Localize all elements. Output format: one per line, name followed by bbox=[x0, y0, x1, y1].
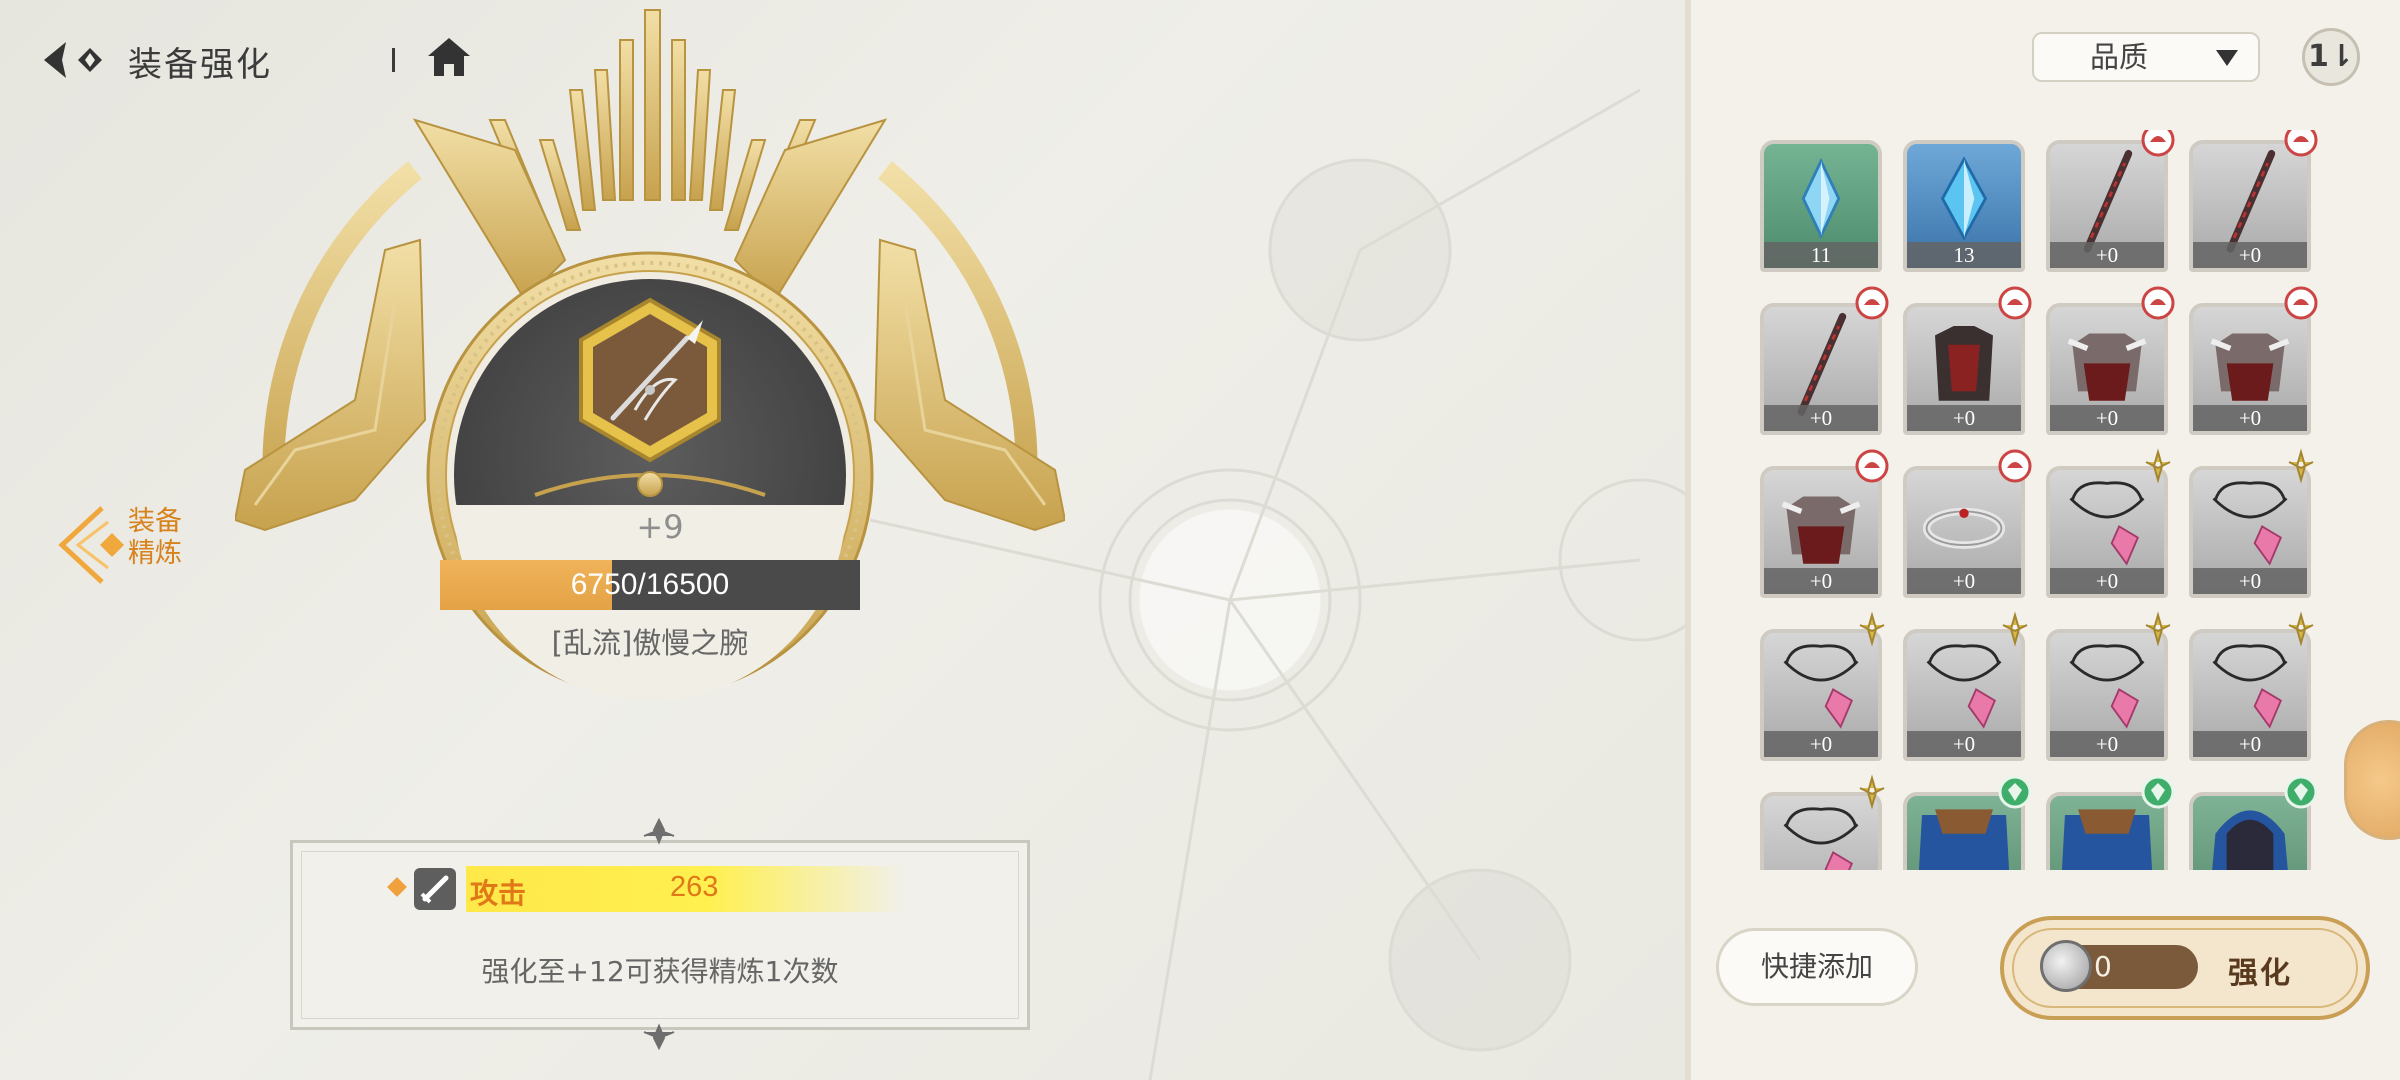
inventory-slot[interactable]: 13 bbox=[1903, 140, 2025, 272]
slot-count: +0 bbox=[2193, 731, 2307, 757]
inventory-slot[interactable]: 11 bbox=[1760, 140, 1882, 272]
equipment-level: +9 bbox=[636, 508, 684, 546]
inventory-slot[interactable]: +0 bbox=[2046, 303, 2168, 435]
back-arrow-icon[interactable] bbox=[38, 36, 108, 84]
sword-icon bbox=[414, 868, 456, 910]
stat-value: 263 bbox=[670, 871, 719, 903]
slot-count: +0 bbox=[2193, 242, 2307, 268]
green-quality-badge-icon bbox=[1998, 775, 2032, 809]
red-quality-badge-icon bbox=[1855, 449, 1889, 483]
gold-quality-badge-icon bbox=[2288, 448, 2314, 484]
red-quality-badge-icon bbox=[2141, 130, 2175, 157]
slot-count: +0 bbox=[1764, 731, 1878, 757]
slot-count: +0 bbox=[1907, 568, 2021, 594]
green-quality-badge-icon bbox=[2284, 775, 2318, 809]
sort-order-icon: 1⇂ bbox=[2307, 39, 2354, 74]
equipment-name: [乱流]傲慢之腕 bbox=[551, 626, 749, 660]
slot-count: +0 bbox=[1764, 405, 1878, 431]
red-quality-badge-icon bbox=[1998, 286, 2032, 320]
inventory-slot[interactable]: +0 bbox=[2046, 466, 2168, 598]
red-quality-badge-icon bbox=[1998, 449, 2032, 483]
inventory-slot[interactable]: +0 bbox=[2046, 629, 2168, 761]
sort-dropdown[interactable]: 品质 bbox=[2032, 32, 2260, 82]
inventory-slot[interactable]: +0 bbox=[2189, 303, 2311, 435]
slot-count: +0 bbox=[1907, 731, 2021, 757]
red-quality-badge-icon bbox=[1855, 286, 1889, 320]
silver-coin-icon bbox=[2040, 940, 2092, 992]
slot-count: +0 bbox=[2050, 242, 2164, 268]
inventory-slot[interactable]: +0 bbox=[1760, 629, 1882, 761]
gold-quality-badge-icon bbox=[2288, 611, 2314, 647]
gold-quality-badge-icon bbox=[2002, 611, 2028, 647]
sort-order-button[interactable]: 1⇂ bbox=[2302, 28, 2360, 86]
treasure-chest-icon[interactable] bbox=[2344, 720, 2400, 840]
inventory-slot[interactable]: +0 bbox=[2189, 140, 2311, 272]
inventory-slot[interactable]: +0 bbox=[2046, 140, 2168, 272]
red-quality-badge-icon bbox=[2284, 286, 2318, 320]
cost-value: 0 bbox=[2094, 950, 2112, 983]
slot-count: +0 bbox=[2050, 405, 2164, 431]
inventory-slot[interactable]: +0 bbox=[2189, 629, 2311, 761]
exp-progress-bar: 6750/16500 bbox=[440, 560, 860, 610]
ornament-icon bbox=[643, 817, 675, 845]
slot-count: +0 bbox=[2193, 568, 2307, 594]
slot-count: 13 bbox=[1907, 242, 2021, 268]
sort-dropdown-label: 品质 bbox=[2089, 40, 2148, 74]
slot-count: +0 bbox=[1907, 405, 2021, 431]
quick-add-button[interactable]: 快捷添加 bbox=[1716, 928, 1918, 1006]
refine-tab-label[interactable]: 装备精炼 bbox=[128, 506, 188, 570]
stat-name: 攻击 bbox=[470, 877, 527, 910]
inventory-slot[interactable]: +0 bbox=[1903, 629, 2025, 761]
inventory-grid[interactable]: 11 13 +0 +0 +0 +0 +0 +0 +0 +0 +0 +0 +0 +0 +0 +0 bbox=[1760, 130, 2340, 870]
green-quality-badge-icon bbox=[2141, 775, 2175, 809]
slot-count: +0 bbox=[2050, 568, 2164, 594]
red-quality-badge-icon bbox=[2141, 286, 2175, 320]
slot-count: +0 bbox=[2193, 405, 2307, 431]
gold-quality-badge-icon bbox=[2145, 611, 2171, 647]
enhance-label[interactable]: 强化 bbox=[2228, 948, 2292, 992]
gold-quality-badge-icon bbox=[1859, 611, 1885, 647]
slot-count: 11 bbox=[1764, 242, 1878, 268]
ornament-icon bbox=[643, 1023, 675, 1051]
inventory-slot[interactable]: +0 bbox=[2189, 466, 2311, 598]
inventory-slot[interactable]: +0 bbox=[1760, 466, 1882, 598]
slot-count: +0 bbox=[2050, 731, 2164, 757]
red-quality-badge-icon bbox=[2284, 130, 2318, 157]
chevron-down-icon bbox=[2216, 50, 2238, 66]
slot-count: +0 bbox=[1764, 568, 1878, 594]
gold-quality-badge-icon bbox=[1859, 774, 1885, 810]
refine-hint: 强化至+12可获得精炼1次数 bbox=[481, 955, 839, 988]
gold-quality-badge-icon bbox=[2145, 448, 2171, 484]
inventory-slot[interactable]: +0 bbox=[1903, 303, 2025, 435]
inventory-slot[interactable]: +0 bbox=[1903, 466, 2025, 598]
inventory-slot[interactable]: +0 bbox=[1760, 303, 1882, 435]
quick-add-label: 快捷添加 bbox=[1760, 950, 1873, 983]
exp-progress-text: 6750/16500 bbox=[570, 568, 730, 601]
